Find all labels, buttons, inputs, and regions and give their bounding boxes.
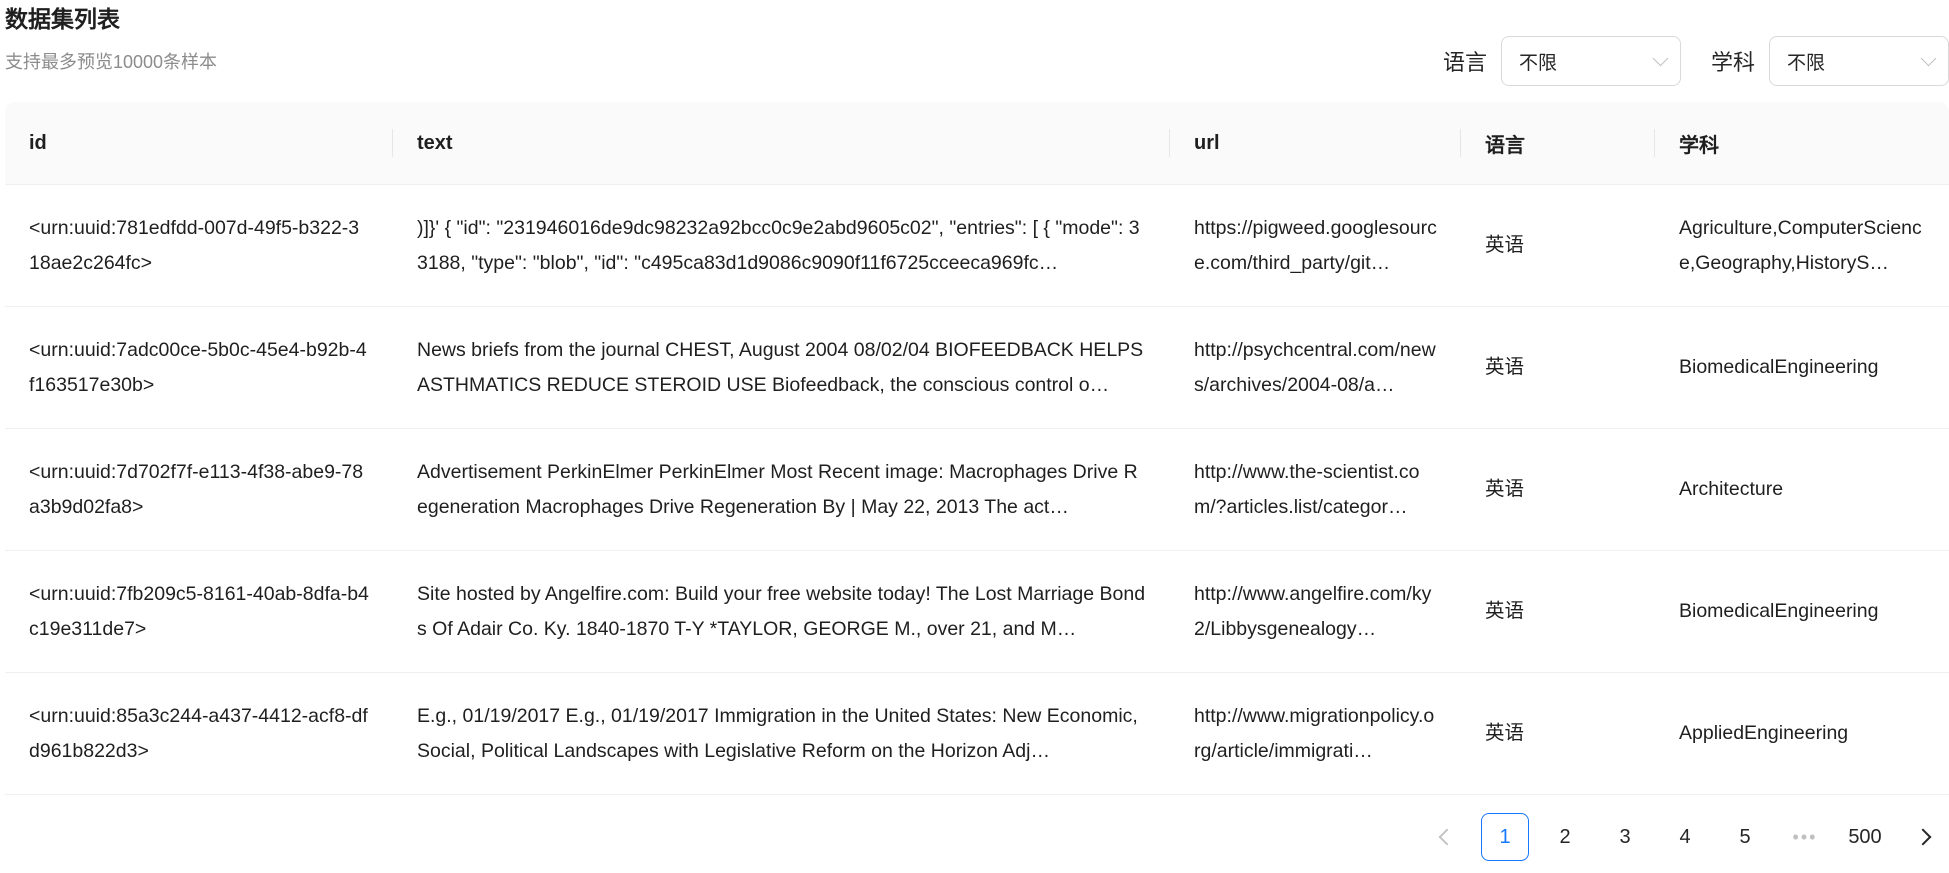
cell-language: 英语 (1485, 600, 1525, 622)
subject-select[interactable]: 不限 (1769, 36, 1949, 86)
chevron-right-icon (1914, 828, 1932, 846)
cell-subject: Architecture (1679, 478, 1784, 500)
cell-text: News briefs from the journal CHEST, Augu… (417, 338, 1144, 396)
cell-subject: Agriculture,ComputerScience,Geography,Hi… (1679, 216, 1922, 274)
cell-text: E.g., 01/19/2017 E.g., 01/19/2017 Immigr… (417, 704, 1138, 762)
cell-url: http://www.the-scientist.com/?articles.l… (1194, 460, 1420, 518)
column-header-language: 语言 (1461, 129, 1655, 158)
chevron-left-icon (1438, 828, 1456, 846)
page-title: 数据集列表 (5, 6, 120, 32)
column-header-text: text (393, 129, 1170, 157)
cell-language: 英语 (1485, 356, 1525, 378)
column-header-url: url (1170, 129, 1461, 157)
page-button-2[interactable]: 2 (1541, 813, 1589, 861)
table-row[interactable]: <urn:uuid:781edfdd-007d-49f5-b322-318ae2… (5, 185, 1949, 307)
page-button-1[interactable]: 1 (1481, 813, 1529, 861)
table-header: id text url 语言 学科 (5, 102, 1949, 185)
cell-url: http://psychcentral.com/news/archives/20… (1194, 338, 1436, 396)
cell-id: <urn:uuid:7adc00ce-5b0c-45e4-b92b-4f1635… (29, 338, 367, 396)
column-header-subject: 学科 (1679, 134, 1719, 157)
column-header-id: id (5, 129, 393, 157)
cell-url: https://pigweed.googlesource.com/third_p… (1194, 216, 1437, 274)
cell-url: http://www.angelfire.com/ky2/Libbysgenea… (1194, 582, 1432, 640)
chevron-down-icon (1652, 50, 1669, 66)
table-row[interactable]: <urn:uuid:7adc00ce-5b0c-45e4-b92b-4f1635… (5, 307, 1949, 429)
language-filter-label: 语言 (1442, 50, 1487, 75)
prev-page-button[interactable] (1421, 813, 1469, 861)
cell-language: 英语 (1485, 478, 1525, 500)
table-row[interactable]: <urn:uuid:7d702f7f-e113-4f38-abe9-78a3b9… (5, 429, 1949, 551)
language-filter: 语言 不限 (1443, 36, 1681, 86)
cell-subject: BiomedicalEngineering (1679, 600, 1879, 622)
page-button-4[interactable]: 4 (1661, 813, 1709, 861)
cell-id: <urn:uuid:85a3c244-a437-4412-acf8-dfd961… (29, 704, 368, 762)
chevron-down-icon (1920, 50, 1937, 66)
dataset-table: id text url 语言 学科 <urn:uuid:781edfdd-007… (5, 102, 1949, 795)
cell-id: <urn:uuid:7d702f7f-e113-4f38-abe9-78a3b9… (29, 460, 364, 518)
cell-id: <urn:uuid:7fb209c5-8161-40ab-8dfa-b4c19e… (29, 582, 369, 640)
page-button-last[interactable]: 500 (1841, 813, 1889, 861)
cell-text: )]}' { "id": "231946016de9dc98232a92bcc0… (417, 216, 1140, 274)
page-button-3[interactable]: 3 (1601, 813, 1649, 861)
subject-filter-label: 学科 (1710, 50, 1755, 75)
filter-bar: 语言 不限 学科 不限 (1443, 36, 1949, 86)
table-row[interactable]: <urn:uuid:7fb209c5-8161-40ab-8dfa-b4c19e… (5, 551, 1949, 673)
cell-url: http://www.migrationpolicy.org/article/i… (1194, 704, 1435, 762)
cell-id: <urn:uuid:781edfdd-007d-49f5-b322-318ae2… (29, 216, 360, 274)
cell-subject: BiomedicalEngineering (1679, 356, 1879, 378)
language-select[interactable]: 不限 (1500, 36, 1681, 86)
table-row[interactable]: <urn:uuid:85a3c244-a437-4412-acf8-dfd961… (5, 673, 1949, 795)
subject-select-value: 不限 (1787, 52, 1826, 74)
language-select-value: 不限 (1518, 52, 1557, 74)
pagination: 1 2 3 4 5 ••• 500 (1409, 813, 1949, 861)
cell-language: 英语 (1485, 722, 1525, 744)
cell-language: 英语 (1485, 234, 1525, 256)
page-subtitle: 支持最多预览10000条样本 (5, 52, 218, 72)
page-button-5[interactable]: 5 (1721, 813, 1769, 861)
cell-subject: AppliedEngineering (1679, 722, 1849, 744)
cell-text: Advertisement PerkinElmer PerkinElmer Mo… (417, 460, 1138, 518)
subject-filter: 学科 不限 (1711, 36, 1949, 86)
next-page-button[interactable] (1901, 813, 1949, 861)
page-jump-next-button[interactable]: ••• (1781, 813, 1829, 861)
cell-text: Site hosted by Angelfire.com: Build your… (417, 582, 1146, 640)
